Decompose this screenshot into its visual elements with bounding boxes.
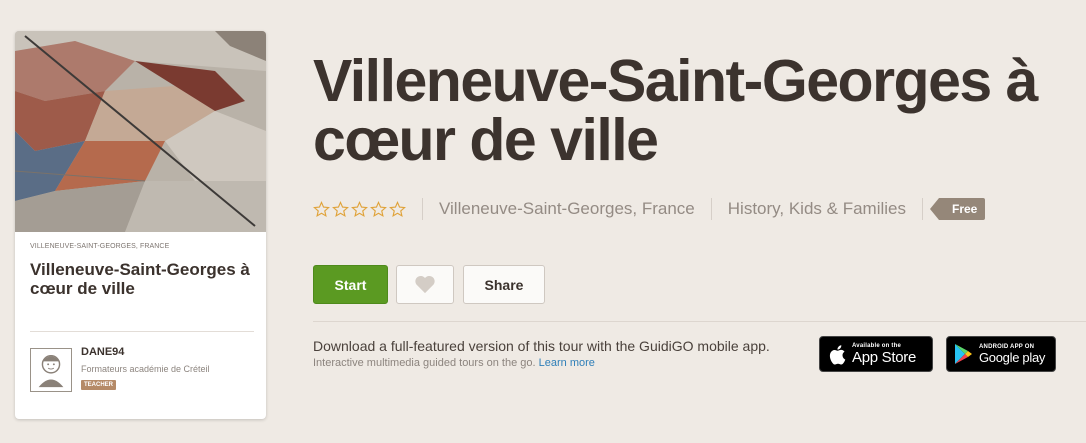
tour-cover-image [15, 31, 266, 232]
author-avatar[interactable] [30, 348, 72, 392]
star-icon[interactable] [370, 200, 387, 218]
tour-meta-row: Villeneuve-Saint-Georges, France History… [313, 197, 986, 221]
author-name[interactable]: DANE94 [81, 346, 124, 358]
google-play-icon [955, 344, 972, 364]
card-title[interactable]: Villeneuve-Saint-Georges à cœur de ville [30, 260, 255, 298]
promo-subtext: Interactive multimedia guided tours on t… [313, 357, 595, 369]
app-store-big-text: App Store [852, 349, 917, 366]
card-divider [30, 331, 254, 332]
teacher-badge: TEACHER [81, 380, 117, 390]
page-title: Villeneuve-Saint-Georges à cœur de ville [313, 48, 1038, 173]
person-icon [38, 355, 64, 388]
promo-text: Download a full-featured version of this… [313, 338, 770, 354]
favorite-button[interactable] [396, 265, 454, 304]
price-tag: Free [929, 198, 986, 220]
app-store-badge[interactable]: Available on the App Store [819, 336, 933, 372]
rating-stars[interactable] [313, 200, 406, 218]
heart-icon [415, 275, 435, 294]
meta-divider [921, 198, 923, 220]
share-button[interactable]: Share [463, 265, 545, 304]
start-button[interactable]: Start [313, 265, 388, 304]
card-location: VILLENEUVE-SAINT-GEORGES, FRANCE [30, 243, 170, 250]
star-icon[interactable] [351, 200, 368, 218]
star-icon[interactable] [313, 200, 330, 218]
author-organization: Formateurs académie de Créteil [81, 364, 210, 374]
tour-location[interactable]: Villeneuve-Saint-Georges, France [439, 199, 695, 219]
google-play-big-text: Google play [979, 350, 1046, 365]
learn-more-link[interactable]: Learn more [539, 357, 595, 369]
tour-card[interactable]: VILLENEUVE-SAINT-GEORGES, FRANCE Villene… [15, 31, 266, 419]
tour-categories[interactable]: History, Kids & Families [728, 199, 906, 219]
meta-divider [422, 198, 423, 220]
star-icon[interactable] [389, 200, 406, 218]
promo-subtext-label: Interactive multimedia guided tours on t… [313, 357, 536, 369]
meta-divider [710, 198, 712, 220]
promo-divider [313, 321, 1086, 322]
google-play-badge[interactable]: ANDROID APP ON Google play [946, 336, 1056, 372]
star-icon[interactable] [332, 200, 349, 218]
apple-icon [829, 344, 846, 365]
